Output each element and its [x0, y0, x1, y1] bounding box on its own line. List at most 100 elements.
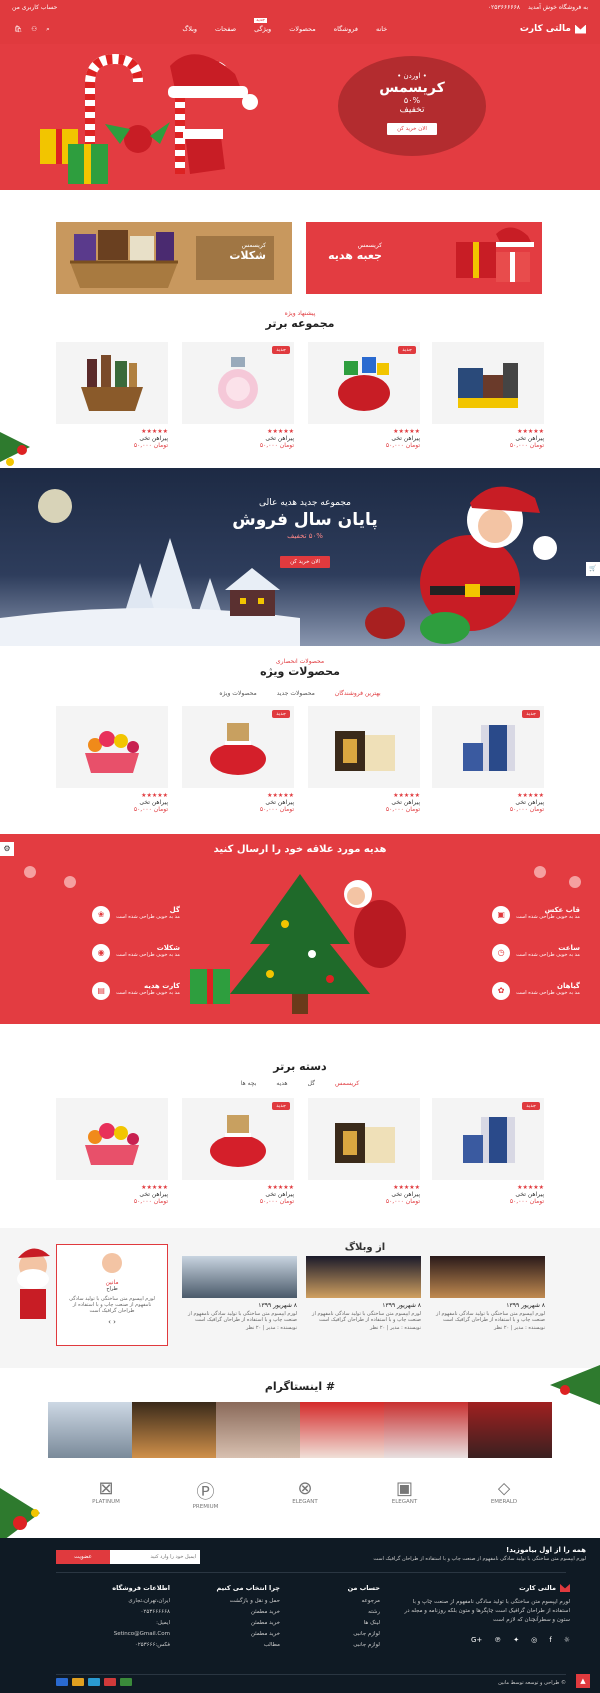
perfume-box-image: [335, 1123, 395, 1163]
product-card[interactable]: جدید ★★★★★ پیراهن تخی ۵۰,۰۰۰ تومان: [432, 1098, 544, 1208]
footer-link[interactable]: حمل و نقل و بازگشت: [180, 1598, 280, 1604]
nav-item[interactable]: ویژگی جدید: [254, 18, 271, 33]
blog-post[interactable]: ۸ شهریور ۱۳۹۹ لورم ایپسوم متن ساختگی با …: [306, 1256, 421, 1331]
email-text[interactable]: Setinco@Gmail.Com: [70, 1631, 170, 1637]
product-card[interactable]: جدید ★★★★★ پیراهن تخی ۵۰,۰۰۰ تومان: [308, 342, 420, 452]
nav-item[interactable]: محصولات: [289, 25, 316, 33]
promo-gift-box[interactable]: کریسمس جعبه هدیه: [306, 222, 542, 294]
settings-tab[interactable]: ⚙: [0, 842, 14, 856]
brand-logo[interactable]: ⊠ PLATINUM: [70, 1478, 142, 1526]
product-card[interactable]: ★★★★★ پیراهن تخی ۵۰,۰۰۰ تومان: [56, 342, 168, 452]
product-card[interactable]: جدید ★★★★★ پیراهن تخی ۵۰,۰۰۰ تومان: [182, 1098, 294, 1208]
rss-icon[interactable]: ☼: [564, 1636, 570, 1644]
tab-gift[interactable]: هدیه: [276, 1080, 287, 1087]
brand-logo[interactable]: ⊗ ELEGANT: [269, 1478, 341, 1526]
gift-title: گیاهان: [556, 982, 580, 990]
blog-post-excerpt: لورم ایپسوم متن ساختگی با تولید سادگی نا…: [436, 1311, 545, 1323]
hero-banner: • اوردن • کریسمس ۵۰% تخفیف الان خرید کن: [0, 44, 600, 190]
gift-categories-banner: هدیه مورد علاقه خود را ارسال کنید قاب عک…: [0, 834, 600, 1024]
tab-kids[interactable]: بچه ها: [241, 1080, 257, 1087]
nav-item[interactable]: فروشگاه: [334, 25, 358, 33]
newsletter-subscribe-button[interactable]: عضویت: [56, 1550, 110, 1564]
tab-new-products[interactable]: محصولات جدید: [277, 690, 315, 697]
nav-item[interactable]: وبلاگ: [182, 25, 197, 33]
instagram-photo[interactable]: [300, 1402, 384, 1458]
footer-link[interactable]: لینک ها: [300, 1620, 380, 1626]
gift-item[interactable]: ◉ شکلات مد به خوبی طراحی شده است: [20, 944, 180, 962]
tab-flower[interactable]: گل: [308, 1080, 315, 1087]
product-card[interactable]: ★★★★★ پیراهن تخی ۵۰,۰۰۰ تومان: [432, 342, 544, 452]
blog-post[interactable]: ۸ شهریور ۱۳۹۹ لورم ایپسوم متن ساختگی با …: [430, 1256, 545, 1331]
blog-post-meta: نویسنده : مدیر | ۲۰ نظر: [246, 1325, 297, 1331]
instagram-photo[interactable]: [468, 1402, 552, 1458]
nav-item[interactable]: صفحات: [215, 25, 236, 33]
gift-item[interactable]: ساعت مد به خوبی طراحی شده است ◷: [420, 944, 580, 962]
tab-christmas[interactable]: کریسمس: [335, 1080, 359, 1087]
product-card[interactable]: جدید ★★★★★ پیراهن تخی ۵۰,۰۰۰ تومان: [182, 706, 294, 816]
product-card[interactable]: ★★★★★ پیراهن تخی ۵۰,۰۰۰ تومان: [56, 706, 168, 816]
nav-item[interactable]: خانه: [376, 25, 387, 33]
account-link[interactable]: حساب کاربری من: [12, 4, 57, 11]
tab-featured-products[interactable]: محصولات ویژه: [219, 690, 256, 697]
facebook-icon[interactable]: f: [549, 1636, 551, 1644]
brand-logos: ⊠ PLATINUM Ⓟ PREMIUM ⊗ ELEGANT ▣ ELEGANT ⬦ EM…: [70, 1478, 540, 1526]
blog-post-date: ۸ شهریور ۱۳۹۹: [258, 1302, 297, 1309]
footer-link[interactable]: خرید مطمئن: [180, 1609, 280, 1615]
footer-link[interactable]: مطالب: [180, 1642, 280, 1648]
cart-icon[interactable]: 🛍: [14, 25, 22, 34]
scroll-to-top-button[interactable]: ▲: [576, 1674, 590, 1688]
search-icon[interactable]: ⌕: [46, 25, 50, 34]
rating-stars: ★★★★★: [141, 428, 168, 435]
blog-post[interactable]: ۸ شهریور ۱۳۹۹ لورم ایپسوم متن ساختگی با …: [182, 1256, 297, 1331]
nav-menu: خانه فروشگاه محصولات ویژگی جدید صفحات وبل…: [182, 18, 387, 33]
instagram-photo[interactable]: [132, 1402, 216, 1458]
product-card[interactable]: ★★★★★ پیراهن تخی ۵۰,۰۰۰ تومان: [308, 706, 420, 816]
google-plus-icon[interactable]: G+: [471, 1636, 482, 1644]
newsletter-email-input[interactable]: [110, 1550, 200, 1564]
testimonial-nav[interactable]: ‹ ›: [57, 1318, 167, 1326]
gift-item[interactable]: قاب عکس مد به خوبی طراحی شده است ▣: [420, 906, 580, 924]
new-badge: جدید: [272, 346, 290, 354]
product-price: ۵۰,۰۰۰ تومان: [133, 1198, 168, 1205]
hero-line-3: ۵۰%: [403, 96, 421, 105]
twitter-icon[interactable]: ✦: [513, 1636, 519, 1644]
product-price: ۵۰,۰۰۰ تومان: [259, 806, 294, 813]
instagram-photo[interactable]: [384, 1402, 468, 1458]
footer-link[interactable]: مرجوعه: [300, 1598, 380, 1604]
footer-link[interactable]: لوازم جانبی: [300, 1642, 380, 1648]
gift-item[interactable]: گیاهان مد به خوبی طراحی شده است ✿: [420, 982, 580, 1000]
instagram-icon[interactable]: ◎: [531, 1636, 537, 1644]
instagram-photo[interactable]: [216, 1402, 300, 1458]
main-nav: 🛍 ⚇ ⌕ خانه فروشگاه محصولات ویژگی جدید صفح…: [0, 14, 600, 44]
footer-link[interactable]: رشته: [300, 1609, 380, 1615]
gift-item[interactable]: ▤ کارت هدیه مد به خوبی طراحی شده است: [20, 982, 180, 1000]
footer-link[interactable]: خرید مطمئن: [180, 1631, 280, 1637]
product-price: ۵۰,۰۰۰ تومان: [509, 806, 544, 813]
pinterest-icon[interactable]: ℗: [494, 1636, 501, 1644]
product-card[interactable]: ★★★★★ پیراهن تخی ۵۰,۰۰۰ تومان: [56, 1098, 168, 1208]
promo-chocolate[interactable]: کریسمس شکلات: [56, 222, 292, 294]
hero-shop-button[interactable]: الان خرید کن: [387, 123, 437, 135]
watch-icon: ◷: [492, 944, 511, 962]
gift-set-image: [463, 725, 515, 771]
year-end-sale-banner: مجموعه جدید هدیه عالی پایان سال فروش ۵۰%…: [0, 468, 600, 646]
product-card[interactable]: جدید ★★★★★ پیراهن تخی ۵۰,۰۰۰ تومان: [182, 342, 294, 452]
product-card[interactable]: جدید ★★★★★ پیراهن تخی ۵۰,۰۰۰ تومان: [432, 706, 544, 816]
gift-item[interactable]: ❀ گل مد به خوبی طراحی شده است: [20, 906, 180, 924]
brand-logo[interactable]: Ⓟ PREMIUM: [170, 1478, 242, 1526]
user-icon[interactable]: ⚇: [31, 25, 37, 34]
tab-best-sellers[interactable]: بهترین فروشندگان: [335, 690, 381, 697]
banner-shop-button[interactable]: الان خرید کن: [280, 556, 330, 568]
brand-logo[interactable]: ▣ ELEGANT: [369, 1478, 441, 1526]
logo-icon: [560, 1584, 570, 1592]
footer-link[interactable]: خرید مطمئن: [180, 1620, 280, 1626]
product-card[interactable]: ★★★★★ پیراهن تخی ۵۰,۰۰۰ تومان: [308, 1098, 420, 1208]
footer-link[interactable]: لوازم جانبی: [300, 1631, 380, 1637]
section-title: دسته برتر: [273, 1060, 327, 1073]
side-cart-tab[interactable]: 🛒: [586, 562, 600, 576]
site-logo[interactable]: مالتی کارت: [520, 24, 586, 34]
address-text: ایران،تهران،تجاری: [128, 1598, 170, 1604]
instagram-photo[interactable]: [48, 1402, 132, 1458]
footer-col-title: حساب من: [347, 1584, 380, 1592]
brand-logo[interactable]: ⬦ EMERALD: [468, 1478, 540, 1526]
